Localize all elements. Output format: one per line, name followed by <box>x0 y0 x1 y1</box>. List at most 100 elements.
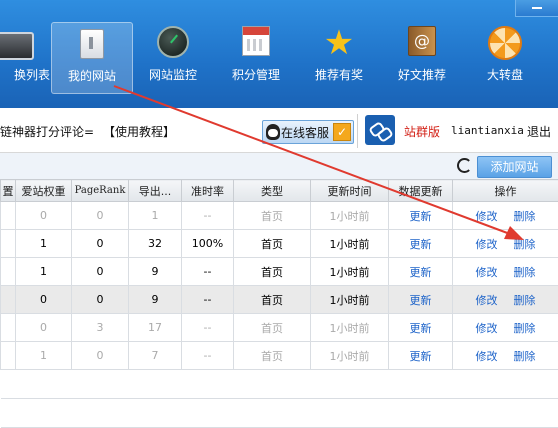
column-header[interactable]: 置 <box>1 180 16 202</box>
nav-item-monitor[interactable]: 网站监控 <box>133 22 213 92</box>
column-header[interactable]: PageRank <box>72 180 129 202</box>
actions-cell: 修改 删除 <box>453 286 558 314</box>
data-update-cell: 更新 <box>389 258 453 286</box>
row-checkbox-cell <box>1 286 16 314</box>
column-header[interactable]: 导出... <box>129 180 182 202</box>
table-row[interactable]: 107--首页1小时前更新修改删除 <box>1 342 558 370</box>
update-link[interactable]: 更新 <box>410 266 432 279</box>
table-header-row: 置 爱站权重 PageRank 导出... 准时率 类型 更新时间 数据更新 操… <box>1 180 558 202</box>
checkbox-icon: ✓ <box>333 123 351 141</box>
table-row[interactable]: 109--首页1小时前更新修改删除 <box>1 258 558 286</box>
outlinks-cell: 32 <box>129 230 182 258</box>
minimize-icon <box>532 7 542 9</box>
add-site-label: 添加网站 <box>490 160 538 174</box>
table-row[interactable]: 009--首页1小时前更新修改删除 <box>1 286 558 314</box>
nav-item-label: 推荐有奖 <box>299 66 379 83</box>
online-service-button[interactable]: 在线客服 ✓ <box>262 120 354 144</box>
weight-cell: 1 <box>16 230 72 258</box>
column-header[interactable]: 更新时间 <box>311 180 389 202</box>
type-cell: 首页 <box>234 286 311 314</box>
column-header[interactable]: 准时率 <box>182 180 234 202</box>
notice-text: 链神器打分评论= <box>0 123 94 140</box>
refresh-icon[interactable] <box>457 158 472 173</box>
delete-link[interactable]: 删除 <box>514 238 536 251</box>
row-checkbox-cell <box>1 202 16 230</box>
on-time-rate-cell: -- <box>182 258 234 286</box>
update-link[interactable]: 更新 <box>410 238 432 251</box>
weight-cell: 0 <box>16 286 72 314</box>
on-time-rate-cell: -- <box>182 314 234 342</box>
nav-item-label: 好文推荐 <box>382 66 462 83</box>
actions-cell: 修改 删除 <box>453 258 558 286</box>
add-site-button[interactable]: 添加网站 <box>477 156 552 178</box>
update-time-cell: 1小时前 <box>311 342 389 370</box>
on-time-rate-cell: -- <box>182 202 234 230</box>
qq-icon <box>266 124 280 140</box>
nav-item-label: 我的网站 <box>52 67 132 84</box>
edit-link[interactable]: 修改 <box>476 322 498 335</box>
column-header[interactable]: 类型 <box>234 180 311 202</box>
edit-link[interactable]: 修改 <box>476 266 498 279</box>
row-checkbox-cell <box>1 258 16 286</box>
logout-link[interactable]: 退出 <box>527 123 551 140</box>
tutorial-link[interactable]: 【使用教程】 <box>103 123 175 140</box>
top-nav-bar: 换列表 我的网站 网站监控 积分管理 ★ 推荐有奖 @ 好文推荐 大转盘 <box>0 0 558 108</box>
empty-row <box>1 370 558 399</box>
update-link[interactable]: 更新 <box>410 294 432 307</box>
update-time-cell: 1小时前 <box>311 258 389 286</box>
edit-link[interactable]: 修改 <box>476 350 498 363</box>
empty-row <box>1 399 558 428</box>
delete-link[interactable]: 删除 <box>514 266 536 279</box>
nav-item-list[interactable]: 换列表 <box>0 22 52 92</box>
edit-link[interactable]: 修改 <box>476 210 498 223</box>
nav-item-wheel[interactable]: 大转盘 <box>465 22 545 92</box>
online-service-label: 在线客服 <box>281 124 329 141</box>
update-link[interactable]: 更新 <box>410 350 432 363</box>
chain-logo-icon <box>365 115 395 145</box>
column-header[interactable]: 数据更新 <box>389 180 453 202</box>
nav-item-my-sites[interactable]: 我的网站 <box>51 22 133 94</box>
notice-bar: 链神器打分评论= 【使用教程】 在线客服 ✓ 站群版 liantianxia 退… <box>0 108 558 153</box>
table-toolbar: 添加网站 <box>0 153 558 179</box>
nav-item-label: 大转盘 <box>465 66 545 83</box>
pagerank-cell: 3 <box>72 314 129 342</box>
type-cell: 首页 <box>234 342 311 370</box>
table-row[interactable]: 1032100%首页1小时前更新修改删除 <box>1 230 558 258</box>
nav-item-label: 积分管理 <box>216 66 296 83</box>
nav-item-articles[interactable]: @ 好文推荐 <box>382 22 462 92</box>
column-header[interactable]: 爱站权重 <box>16 180 72 202</box>
actions-cell: 修改 删除 <box>453 202 558 230</box>
nav-item-referral[interactable]: ★ 推荐有奖 <box>299 22 379 92</box>
update-time-cell: 1小时前 <box>311 230 389 258</box>
star-icon: ★ <box>321 26 357 60</box>
pagerank-cell: 0 <box>72 258 129 286</box>
minimize-button[interactable] <box>515 0 558 17</box>
delete-link[interactable]: 删除 <box>514 350 536 363</box>
update-link[interactable]: 更新 <box>410 210 432 223</box>
update-time-cell: 1小时前 <box>311 286 389 314</box>
type-cell: 首页 <box>234 230 311 258</box>
outlinks-cell: 7 <box>129 342 182 370</box>
table-row[interactable]: 001--首页1小时前更新修改删除 <box>1 202 558 230</box>
column-header[interactable]: 操作 <box>453 180 558 202</box>
edit-link[interactable]: 修改 <box>476 294 498 307</box>
delete-link[interactable]: 删除 <box>514 294 536 307</box>
update-link[interactable]: 更新 <box>410 322 432 335</box>
actions-cell: 修改 删除 <box>453 314 558 342</box>
sites-table: 置 爱站权重 PageRank 导出... 准时率 类型 更新时间 数据更新 操… <box>0 179 558 428</box>
outlinks-cell: 1 <box>129 202 182 230</box>
monitor-globe-icon <box>157 26 189 58</box>
type-cell: 首页 <box>234 258 311 286</box>
update-time-cell: 1小时前 <box>311 202 389 230</box>
nav-item-points[interactable]: 积分管理 <box>216 22 296 92</box>
edit-link[interactable]: 修改 <box>476 238 498 251</box>
update-time-cell: 1小时前 <box>311 314 389 342</box>
type-cell: 首页 <box>234 314 311 342</box>
row-checkbox-cell <box>1 230 16 258</box>
delete-link[interactable]: 删除 <box>514 210 536 223</box>
table-row[interactable]: 0317--首页1小时前更新修改删除 <box>1 314 558 342</box>
at-book-icon: @ <box>408 26 436 56</box>
delete-link[interactable]: 删除 <box>514 322 536 335</box>
edition-label: 站群版 <box>404 123 440 140</box>
data-update-cell: 更新 <box>389 314 453 342</box>
